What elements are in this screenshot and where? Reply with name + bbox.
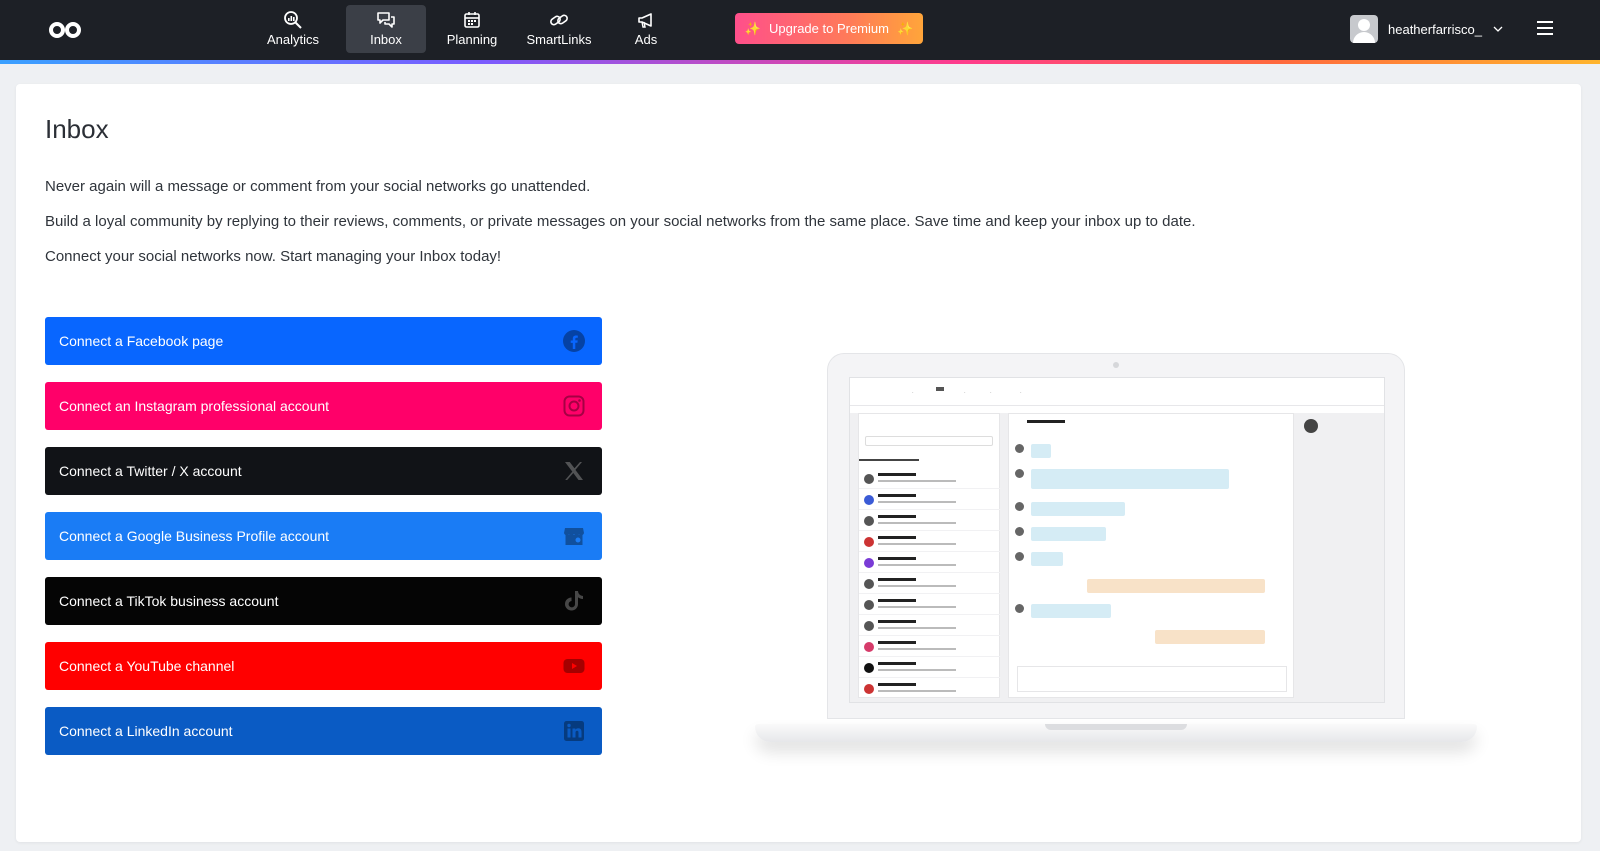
accent-gradient-bar — [0, 60, 1600, 64]
nav-analytics-label: Analytics — [266, 32, 320, 47]
nav-ads-label: Ads — [634, 32, 658, 47]
avatar — [1350, 15, 1378, 43]
top-navbar: Analytics Inbox Planning SmartLinks Ads … — [0, 0, 1600, 60]
laptop-screen: · · · · — [849, 377, 1385, 703]
calendar-icon — [464, 12, 480, 28]
sparkle-icon: ✨ — [744, 20, 762, 36]
x-icon — [565, 462, 583, 480]
mini-inbox-body — [850, 413, 1384, 702]
laptop-base — [755, 724, 1477, 742]
analytics-icon — [284, 11, 302, 29]
connect-tiktok-button[interactable]: Connect a TikTok business account — [45, 577, 602, 625]
connect-youtube-label: Connect a YouTube channel — [59, 658, 235, 674]
inbox-icon — [377, 12, 395, 28]
chevron-down-icon — [1493, 26, 1503, 32]
nav-planning[interactable]: Planning — [432, 5, 512, 53]
facebook-icon — [563, 330, 585, 352]
connect-instagram-label: Connect an Instagram professional accoun… — [59, 398, 330, 414]
connect-linkedin-label: Connect a LinkedIn account — [59, 723, 233, 739]
hamburger-menu-icon[interactable] — [1537, 21, 1553, 35]
inbox-preview-illustration: · · · · — [755, 350, 1477, 770]
upgrade-premium-button[interactable]: ✨ Upgrade to Premium ✨ — [735, 13, 923, 44]
connect-google-business-button[interactable]: Connect a Google Business Profile accoun… — [45, 512, 602, 560]
nav-ads[interactable]: Ads — [606, 5, 686, 53]
connect-youtube-button[interactable]: Connect a YouTube channel — [45, 642, 602, 690]
intro-paragraph-1: Never again will a message or comment fr… — [45, 178, 591, 195]
mini-chat-panel — [1008, 413, 1294, 698]
nav-inbox[interactable]: Inbox — [346, 5, 426, 53]
connect-facebook-button[interactable]: Connect a Facebook page — [45, 317, 602, 365]
connect-tiktok-label: Connect a TikTok business account — [59, 593, 279, 609]
tiktok-icon — [565, 591, 583, 611]
nav-analytics[interactable]: Analytics — [253, 5, 333, 53]
connect-twitter-x-label: Connect a Twitter / X account — [59, 463, 242, 479]
nav-planning-label: Planning — [446, 32, 498, 47]
page-title: Inbox — [45, 114, 109, 144]
link-icon — [550, 14, 568, 26]
sparkle-icon: ✨ — [896, 20, 914, 36]
username: heatherfarrisco_ — [1388, 21, 1482, 37]
app-logo-icon[interactable] — [48, 18, 82, 42]
laptop-camera — [1113, 362, 1119, 368]
laptop-lid: · · · · — [828, 354, 1404, 718]
upgrade-premium-label: Upgrade to Premium — [769, 21, 889, 36]
nav-smartlinks-label: SmartLinks — [526, 32, 592, 47]
user-menu[interactable]: heatherfarrisco_ — [1350, 14, 1504, 44]
connect-instagram-button[interactable]: Connect an Instagram professional accoun… — [45, 382, 602, 430]
mini-conversation-list — [858, 413, 1001, 699]
linkedin-icon — [564, 721, 584, 741]
connect-facebook-label: Connect a Facebook page — [59, 333, 224, 349]
instagram-icon — [563, 395, 585, 417]
megaphone-icon — [638, 13, 652, 28]
nav-smartlinks[interactable]: SmartLinks — [519, 5, 599, 53]
intro-paragraph-3: Connect your social networks now. Start … — [45, 248, 502, 265]
mini-navbar: · · · · — [850, 378, 1384, 406]
intro-paragraph-2: Build a loyal community by replying to t… — [45, 213, 1196, 230]
connect-twitter-x-button[interactable]: Connect a Twitter / X account — [45, 447, 602, 495]
nav-inbox-label: Inbox — [370, 32, 402, 47]
youtube-icon — [563, 659, 585, 673]
connect-google-business-label: Connect a Google Business Profile accoun… — [59, 528, 330, 544]
connect-linkedin-button[interactable]: Connect a LinkedIn account — [45, 707, 602, 755]
google-business-icon — [564, 528, 584, 545]
